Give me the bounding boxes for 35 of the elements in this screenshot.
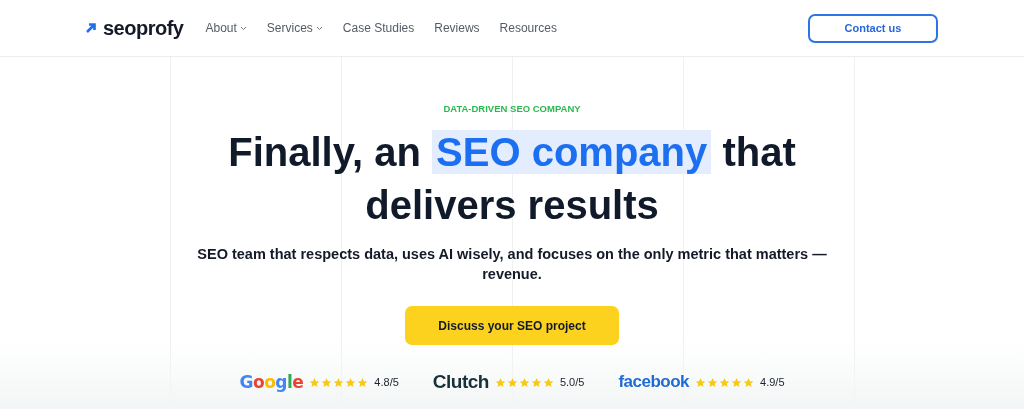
discuss-project-button[interactable]: Discuss your SEO project [405,306,619,345]
brand-logo: facebook [618,372,690,392]
brand-logo: Google [239,372,304,392]
rating-score: 5.0/5 [559,376,585,388]
rating-score: 4.8/5 [374,376,399,388]
nav-link[interactable]: Resources [499,21,557,35]
star-icon [333,376,345,388]
star-icon [707,376,719,388]
nav-link[interactable]: About [205,21,247,35]
star-icon [542,376,554,388]
star-icon [506,376,518,388]
star-icon [719,376,731,388]
logo-text[interactable]: seoprofy [103,16,184,40]
rating-score: 4.9/5 [760,376,785,388]
subtitle: SEO team that respects data, uses AI wisely, and focuses on the only metric that matters — revenue. [196,245,828,284]
star-icon [321,376,333,388]
star-icon [743,376,755,388]
star-icon [494,376,506,388]
nav-link[interactable]: Case Studies [342,21,415,35]
star-icon [345,376,357,388]
star-icon [309,376,321,388]
contact-button[interactable]: Contact us [808,13,938,43]
caret-icon [315,25,323,31]
nav-link[interactable]: Reviews [434,21,480,35]
star-icon [695,376,707,388]
nav-link[interactable]: Services [266,21,323,35]
eyebrow-text: DATA-DRIVEN SEO COMPANY [443,103,581,114]
star-icon [518,376,530,388]
caret-icon [239,25,247,31]
star-icon [530,376,542,388]
headline: Finally, an SEO company that delivers results [227,129,797,229]
star-icon [357,376,369,388]
star-icon [731,376,743,388]
brand-logo: Clutch [432,371,489,393]
arrow-icon [85,22,97,34]
